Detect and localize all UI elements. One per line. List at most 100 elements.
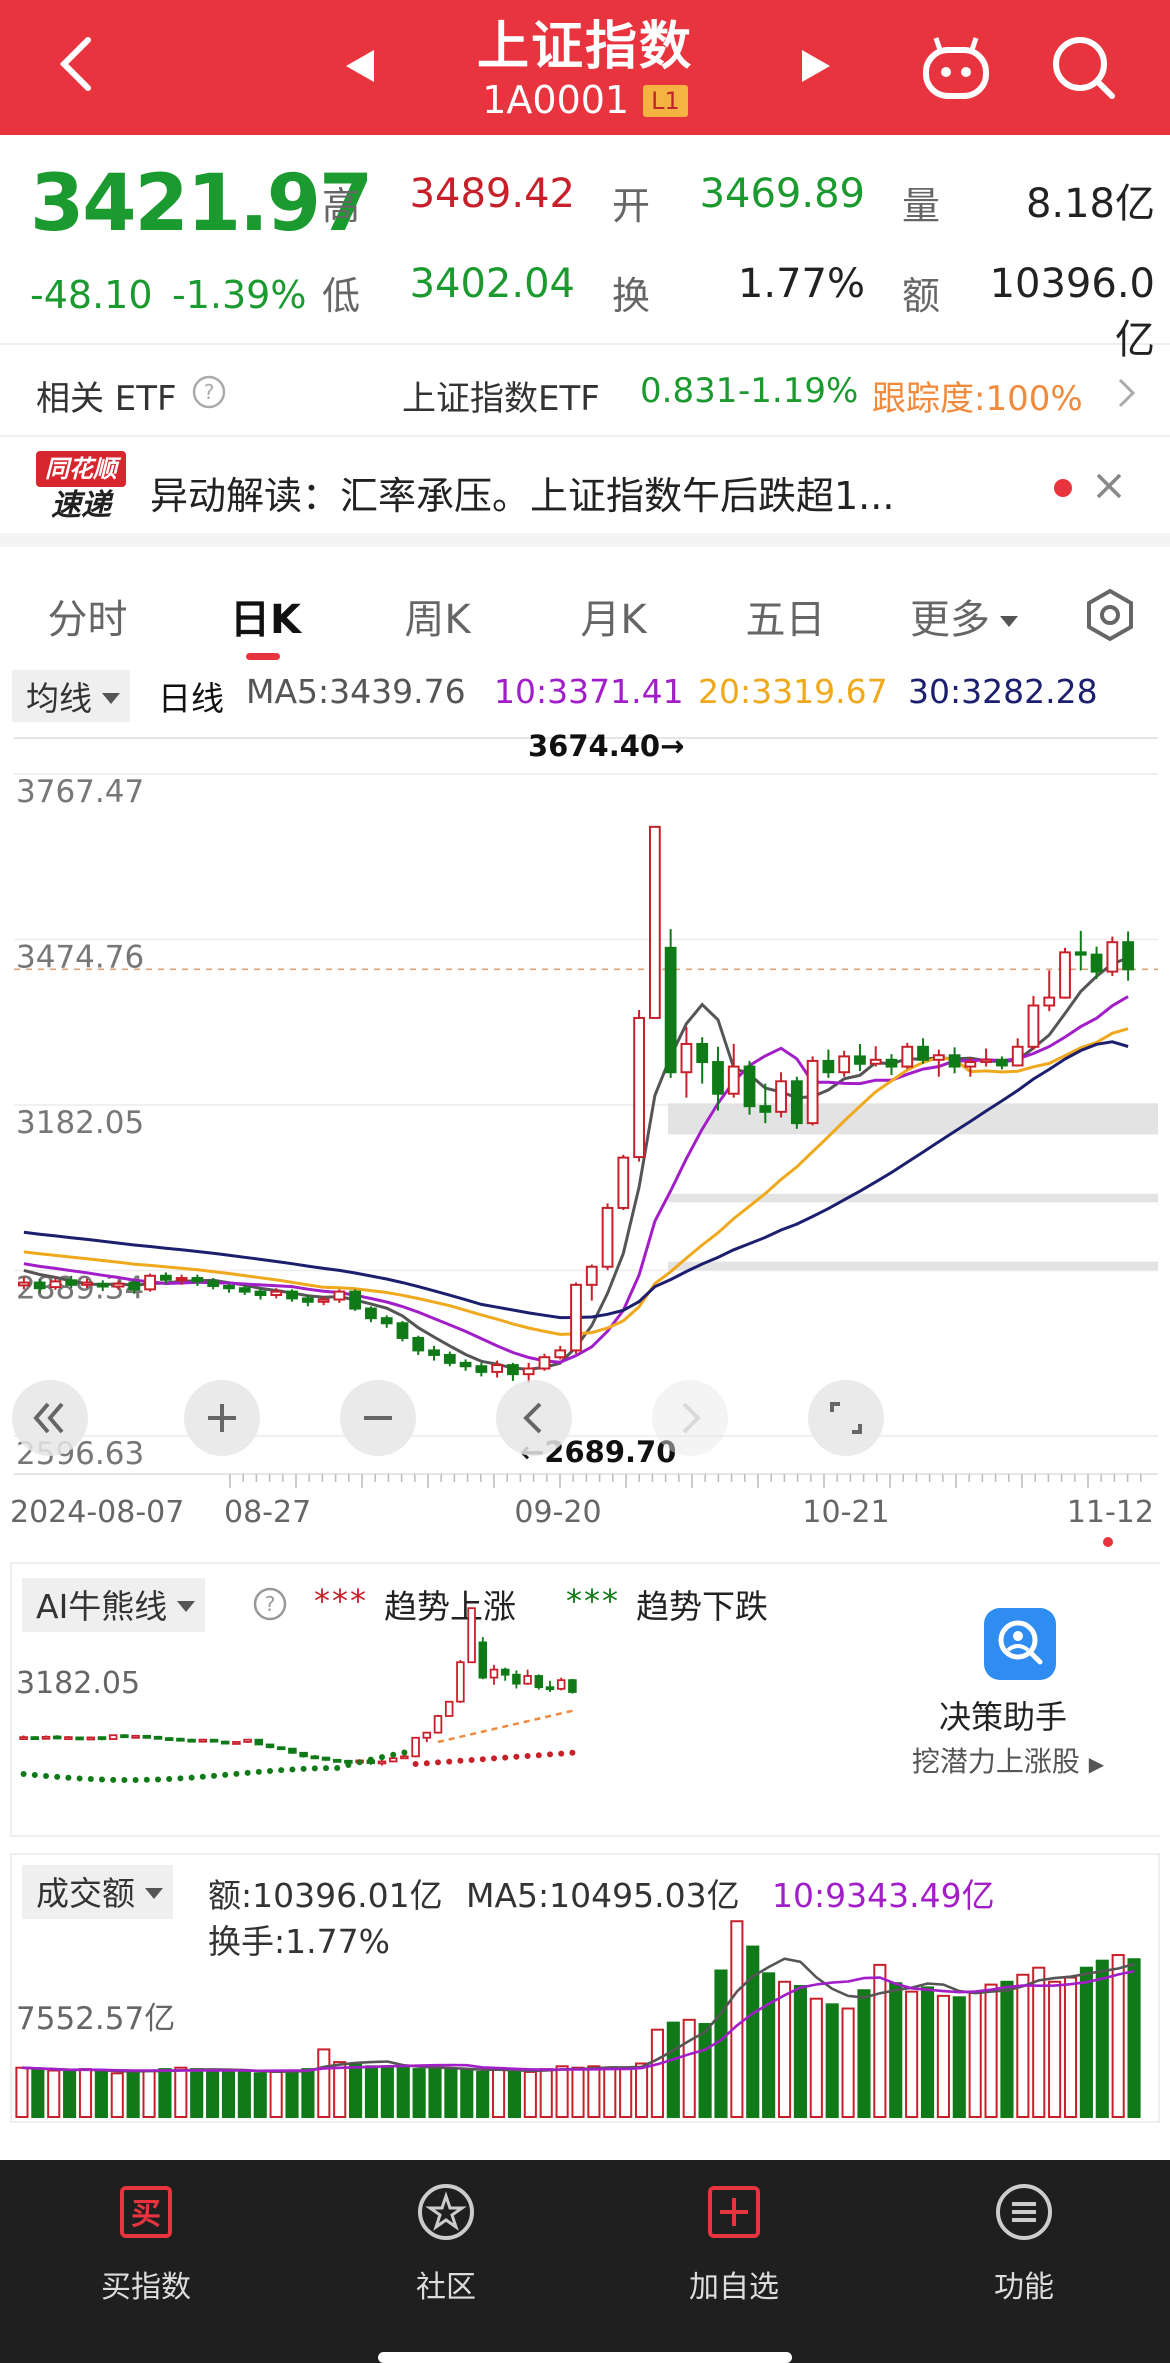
gap-band	[668, 1193, 1158, 1203]
ai-bull-line	[437, 1709, 573, 1744]
assistant-icon	[984, 1608, 1056, 1680]
nav-buy-index[interactable]: 买 买指数	[46, 2180, 246, 2306]
prev-control[interactable]	[496, 1380, 572, 1456]
news-text[interactable]: 异动解读：汇率承压。上证指数午后跌超1...	[150, 465, 894, 520]
candle-body	[428, 1349, 440, 1356]
volume-bar	[523, 2070, 537, 2119]
tab-monthly-k[interactable]: 月K	[566, 587, 661, 645]
ai-candle-body	[512, 1673, 521, 1685]
volume-bar	[237, 2069, 251, 2119]
robot-icon[interactable]	[920, 34, 992, 102]
decision-assistant[interactable]: 决策助手 挖潜力上涨股 ▶	[868, 1564, 1160, 1835]
tab-weekly-k[interactable]: 周K	[390, 587, 485, 645]
tab-more[interactable]: 更多	[904, 587, 1024, 645]
rewind-control[interactable]	[12, 1380, 88, 1456]
page-title: 上证指数	[476, 17, 693, 77]
ma30-value: 30:3282.28	[908, 672, 1098, 711]
candle-body	[81, 1281, 93, 1286]
ai-candle-body	[310, 1755, 320, 1760]
nav-community[interactable]: 社区	[346, 2180, 546, 2306]
next-control[interactable]	[652, 1380, 728, 1456]
home-indicator	[378, 2352, 792, 2363]
zoom-out-icon	[364, 1416, 392, 1420]
next-stock-icon[interactable]	[796, 46, 836, 86]
ai-candle-body	[456, 1661, 465, 1703]
nav-community-label: 社区	[416, 2270, 476, 2305]
ai-candle-body	[220, 1740, 230, 1745]
candle-body	[980, 1058, 993, 1064]
candle-body	[743, 1065, 756, 1108]
ai-trend-dot	[155, 1776, 161, 1783]
ai-candle-body	[142, 1734, 152, 1739]
volume-bar	[920, 1986, 935, 2118]
etf-label: 相关 ETF	[36, 379, 177, 419]
gap-band	[668, 1261, 1158, 1271]
volume-panel[interactable]: 成交额 额:10396.01亿 MA5:10495.03亿 10:9343.49…	[10, 1853, 1160, 2123]
tab-daily-k[interactable]: 日K	[218, 587, 313, 645]
candle-body	[112, 1282, 125, 1288]
ai-trend-dot	[356, 1759, 363, 1766]
related-etf-row[interactable]: 相关 ETF ? 上证指数ETF 0.831 -1.19% 跟踪度:100%	[0, 345, 1170, 437]
x-axis-label: 2024-08-07	[10, 1495, 184, 1530]
kline-chart[interactable]: 3767.47 3474.76 3182.05 2889.34 2596.63 3674.…	[0, 722, 1170, 1562]
tab-intraday[interactable]: 分时	[40, 587, 135, 645]
ai-trend-dot	[323, 1765, 329, 1772]
volume-bar	[412, 2068, 426, 2118]
volume-bar	[492, 2068, 506, 2118]
prev-icon	[523, 1402, 542, 1434]
turnover-label: 换	[612, 274, 651, 318]
ai-candle-body	[19, 1736, 28, 1741]
nav-functions[interactable]: 功能	[924, 2180, 1124, 2306]
ai-chart-svg	[19, 1607, 577, 1783]
price-change-pct: -1.39%	[172, 273, 307, 317]
candle-body	[885, 1058, 898, 1068]
ai-trend-dot	[457, 1757, 464, 1764]
ai-bull-bear-panel[interactable]: AI牛熊线 ? *** 趋势上涨 *** 趋势下跌 3182.05 决策助手 挖…	[10, 1562, 1160, 1837]
volume-bar	[190, 2068, 204, 2118]
price-change: -48.10	[30, 273, 153, 317]
zoom-out-control[interactable]	[340, 1380, 416, 1456]
ai-trend-dot	[513, 1753, 520, 1760]
nav-add-watchlist[interactable]: 加自选	[634, 2180, 834, 2306]
news-banner[interactable]: 同花顺 速递 异动解读：汇率承压。上证指数午后跌超1...	[0, 437, 1170, 547]
volume-bar	[333, 2061, 347, 2118]
ai-candle-body	[299, 1751, 308, 1758]
ai-trend-dot	[390, 1751, 397, 1758]
ai-candle-body	[120, 1734, 129, 1739]
ai-trend-dot	[423, 1760, 430, 1767]
ai-trend-dot	[569, 1749, 576, 1756]
period-tabs: 分时 日K 周K 月K 五日 更多	[0, 561, 1170, 666]
volume-bar	[952, 1996, 966, 2118]
volume-bar	[15, 2066, 29, 2118]
active-tab-indicator	[246, 653, 280, 660]
candle-body	[144, 1274, 156, 1291]
fullscreen-icon	[830, 1402, 862, 1434]
kline-svg[interactable]: 3767.473474.763182.052889.342596.633674.…	[0, 722, 1170, 1562]
ai-candle-body	[198, 1738, 208, 1743]
ai-candle-body	[332, 1758, 342, 1763]
settings-icon[interactable]	[1082, 587, 1138, 643]
candle-body	[412, 1336, 425, 1352]
search-icon[interactable]	[1050, 34, 1118, 102]
close-icon[interactable]	[1094, 471, 1124, 501]
tab-five-day[interactable]: 五日	[738, 587, 833, 645]
help-icon[interactable]: ?	[192, 375, 226, 409]
ai-trend-dot	[177, 1775, 184, 1782]
fullscreen-control[interactable]	[808, 1380, 884, 1456]
ai-trend-dot	[143, 1776, 150, 1783]
latest-marker	[1103, 1537, 1113, 1547]
ai-trend-dot	[535, 1752, 542, 1759]
ai-trend-dot	[267, 1767, 273, 1774]
ma-selector[interactable]: 均线	[12, 670, 130, 724]
ma10-value: 10:3371.41	[494, 672, 684, 711]
nav-add-label: 加自选	[689, 2270, 779, 2305]
volume-bar	[825, 2003, 839, 2118]
candle-body	[1090, 953, 1103, 973]
stock-code: 1A0001 L1	[0, 78, 1170, 122]
candle-body	[775, 1080, 787, 1113]
volume-bar	[762, 1972, 776, 2118]
candle-body	[396, 1322, 409, 1339]
zoom-in-control[interactable]	[184, 1380, 260, 1456]
volume-bar	[364, 2065, 379, 2118]
volume-bar	[460, 2069, 474, 2119]
